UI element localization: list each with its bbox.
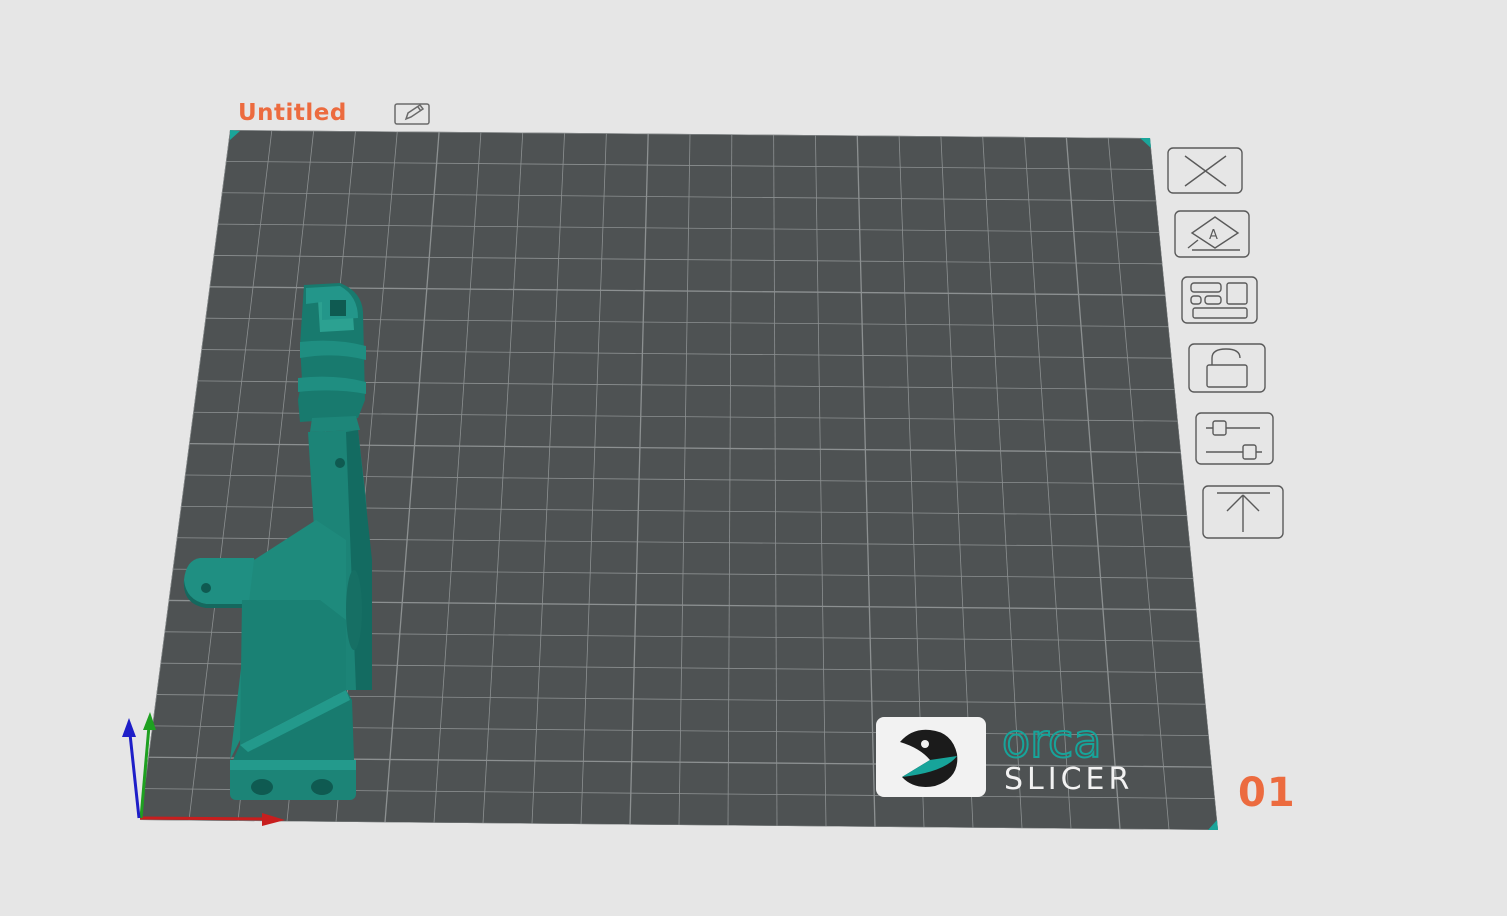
orca-slicer-logo: orca SLICER: [876, 713, 1133, 797]
lock-icon: [1206, 348, 1248, 388]
plate-settings-button[interactable]: [1195, 412, 1274, 465]
logo-brand-bottom: SLICER: [1004, 762, 1133, 797]
plate-toolbar: A: [1167, 147, 1284, 539]
edit-icon: [394, 103, 430, 125]
plate-number: 01: [1238, 770, 1296, 816]
move-to-top-button[interactable]: [1202, 485, 1284, 539]
remove-plate-button[interactable]: [1167, 147, 1243, 194]
arrange-button[interactable]: [1181, 276, 1258, 324]
sliders-icon: [1206, 420, 1262, 460]
auto-orient-button[interactable]: A: [1174, 210, 1250, 258]
logo-brand-top: orca: [1002, 714, 1102, 768]
auto-orient-icon: A: [1187, 216, 1240, 251]
lock-button[interactable]: [1188, 343, 1266, 393]
arrange-icon: [1190, 282, 1248, 319]
edit-plate-name-button[interactable]: [392, 100, 432, 128]
plate-title: Untitled: [238, 100, 347, 126]
move-top-icon: [1217, 492, 1270, 532]
svg-text:A: A: [1209, 228, 1218, 243]
